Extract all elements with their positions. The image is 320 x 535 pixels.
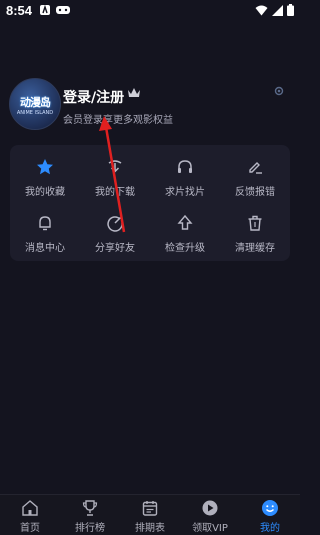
login-register-link[interactable]: 登录/注册 — [63, 87, 124, 107]
favorites-button[interactable]: 我的收藏 — [10, 149, 80, 199]
home-icon — [22, 500, 38, 516]
clear-cache-label: 清理缓存 — [235, 243, 275, 254]
feedback-label: 反馈报错 — [235, 187, 275, 198]
clear-cache-button[interactable]: 清理缓存 — [220, 205, 290, 255]
tab-vip[interactable]: 领取VIP — [180, 495, 240, 535]
signal-icon — [272, 4, 283, 16]
tab-mine[interactable]: 我的 — [240, 495, 300, 535]
downloads-label: 我的下载 — [95, 187, 135, 198]
feature-grid: 我的收藏 我的下载 求片找片 反馈报错 消息中心 分享好友 检查升级 清理缓存 — [10, 145, 290, 261]
check-update-label: 检查升级 — [165, 243, 205, 254]
crown-icon — [128, 88, 140, 97]
check-update-button[interactable]: 检查升级 — [150, 205, 220, 255]
tab-home-label: 首页 — [20, 523, 40, 534]
tab-ranking-label: 排行榜 — [75, 523, 105, 534]
avatar-logo-subtext: ANIME ISLAND — [16, 110, 54, 116]
member-benefits-text: 会员登录享更多观影权益 — [63, 115, 173, 126]
tab-schedule-label: 排期表 — [135, 523, 165, 534]
avatar[interactable]: 动漫岛 ANIME ISLAND — [9, 78, 61, 130]
upgrade-icon — [177, 214, 193, 230]
status-time: 8:54 — [6, 3, 33, 18]
play-icon — [202, 500, 218, 516]
share-icon — [107, 216, 123, 232]
status-right-icons — [255, 4, 294, 16]
wifi-icon — [255, 5, 268, 15]
request-video-button[interactable]: 求片找片 — [150, 149, 220, 199]
profile-header[interactable]: 动漫岛 ANIME ISLAND 登录/注册 会员登录享更多观影权益 — [0, 74, 300, 134]
bell-icon — [39, 216, 51, 231]
star-icon — [37, 159, 53, 175]
request-video-label: 求片找片 — [165, 187, 205, 198]
download-icon — [108, 160, 122, 173]
tab-home[interactable]: 首页 — [0, 495, 60, 535]
downloads-button[interactable]: 我的下载 — [80, 149, 150, 199]
edit-icon — [249, 162, 262, 174]
trash-icon — [248, 215, 262, 231]
avatar-logo-text: 动漫岛 — [20, 96, 51, 109]
feedback-button[interactable]: 反馈报错 — [220, 149, 290, 199]
gamepad-icon — [56, 6, 70, 14]
battery-icon — [287, 4, 294, 16]
trophy-icon — [82, 500, 98, 516]
messages-label: 消息中心 — [25, 243, 65, 254]
tab-schedule[interactable]: 排期表 — [120, 495, 180, 535]
favorites-label: 我的收藏 — [25, 187, 65, 198]
tab-ranking[interactable]: 排行榜 — [60, 495, 120, 535]
headphones-icon — [178, 160, 192, 173]
settings-icon[interactable] — [274, 86, 284, 96]
app-notification-icon — [40, 5, 50, 15]
share-button[interactable]: 分享好友 — [80, 205, 150, 255]
tab-vip-label: 领取VIP — [192, 523, 228, 534]
bottom-tab-bar: 首页 排行榜 排期表 领取VIP 我的 — [0, 494, 300, 535]
share-label: 分享好友 — [95, 243, 135, 254]
smile-icon — [262, 500, 278, 516]
calendar-icon — [142, 501, 158, 516]
messages-button[interactable]: 消息中心 — [10, 205, 80, 255]
status-bar: 8:54 — [0, 0, 300, 22]
tab-mine-label: 我的 — [260, 523, 280, 534]
